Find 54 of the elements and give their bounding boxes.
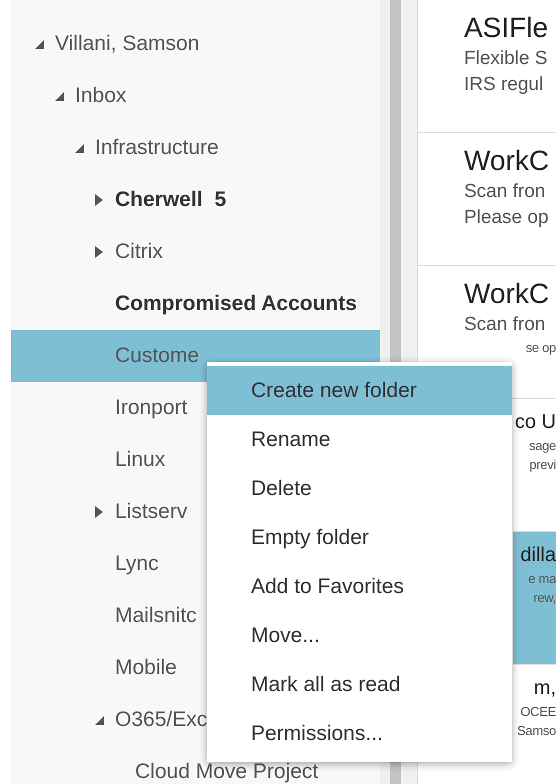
unread-count: 5: [214, 188, 226, 212]
expanded-icon[interactable]: [54, 92, 64, 100]
message-preview: Scan fron: [464, 181, 546, 203]
menu-item[interactable]: Delete: [207, 464, 512, 513]
message-preview: sage: [529, 438, 556, 453]
menu-item[interactable]: Add to Favorites: [207, 562, 512, 611]
menu-item[interactable]: Create new folder: [207, 366, 512, 415]
message-preview: Please op: [464, 207, 549, 229]
menu-item[interactable]: Mark all as read: [207, 660, 512, 709]
message-sender: dilla: [520, 544, 556, 567]
message-preview: Samso: [517, 723, 556, 738]
folder-name: Infrastructure: [95, 136, 219, 160]
folder-item[interactable]: Cherwell 5: [11, 174, 380, 226]
folder-name: Cherwell: [115, 188, 203, 212]
folder-name: Custome: [115, 344, 200, 368]
message-preview: Flexible S: [464, 48, 548, 70]
folder-item[interactable]: Compromised Accounts: [11, 278, 380, 330]
folder-item[interactable]: Villani, Samson: [11, 18, 380, 70]
message-sender: WorkC: [464, 145, 550, 177]
folder-name: O365/Exc: [115, 708, 208, 732]
folder-name: Villani, Samson: [55, 32, 200, 56]
message-preview: OCEE: [520, 704, 556, 719]
message-sender: co U: [514, 411, 556, 434]
folder-item[interactable]: Inbox: [11, 70, 380, 122]
message-preview: previ: [529, 457, 556, 472]
message-preview: se op: [526, 340, 556, 355]
message-item[interactable]: ASIFle Flexible S IRS regul: [418, 0, 556, 133]
message-item[interactable]: WorkC Scan fron Please op: [418, 133, 556, 266]
menu-item[interactable]: Empty folder: [207, 513, 512, 562]
message-item[interactable]: dilla e ma rew,: [513, 532, 556, 665]
folder-name: Cloud Move Project: [135, 760, 318, 784]
menu-item[interactable]: Rename: [207, 415, 512, 464]
message-preview: e ma: [528, 571, 556, 586]
message-sender: m,: [534, 677, 556, 700]
folder-name: Citrix: [115, 240, 163, 264]
expanded-icon[interactable]: [94, 716, 104, 724]
folder-item[interactable]: Infrastructure: [11, 122, 380, 174]
folder-name: Compromised Accounts: [115, 292, 357, 316]
collapsed-icon[interactable]: [95, 194, 103, 206]
folder-name: Listserv: [115, 500, 188, 524]
message-preview: Scan fron: [464, 314, 546, 336]
expanded-icon[interactable]: [34, 40, 44, 48]
folder-item[interactable]: Citrix: [11, 226, 380, 278]
folder-name: Inbox: [75, 84, 126, 108]
message-preview: rew,: [533, 590, 556, 605]
message-item[interactable]: m, OCEE Samso: [513, 665, 556, 784]
collapsed-icon[interactable]: [95, 506, 103, 518]
expanded-icon[interactable]: [74, 144, 84, 152]
menu-item[interactable]: Permissions...: [207, 709, 512, 758]
message-sender: WorkC: [464, 278, 550, 310]
menu-item[interactable]: Move...: [207, 611, 512, 660]
message-sender: ASIFle: [464, 12, 548, 44]
message-preview: IRS regul: [464, 74, 544, 96]
collapsed-icon[interactable]: [95, 246, 103, 258]
